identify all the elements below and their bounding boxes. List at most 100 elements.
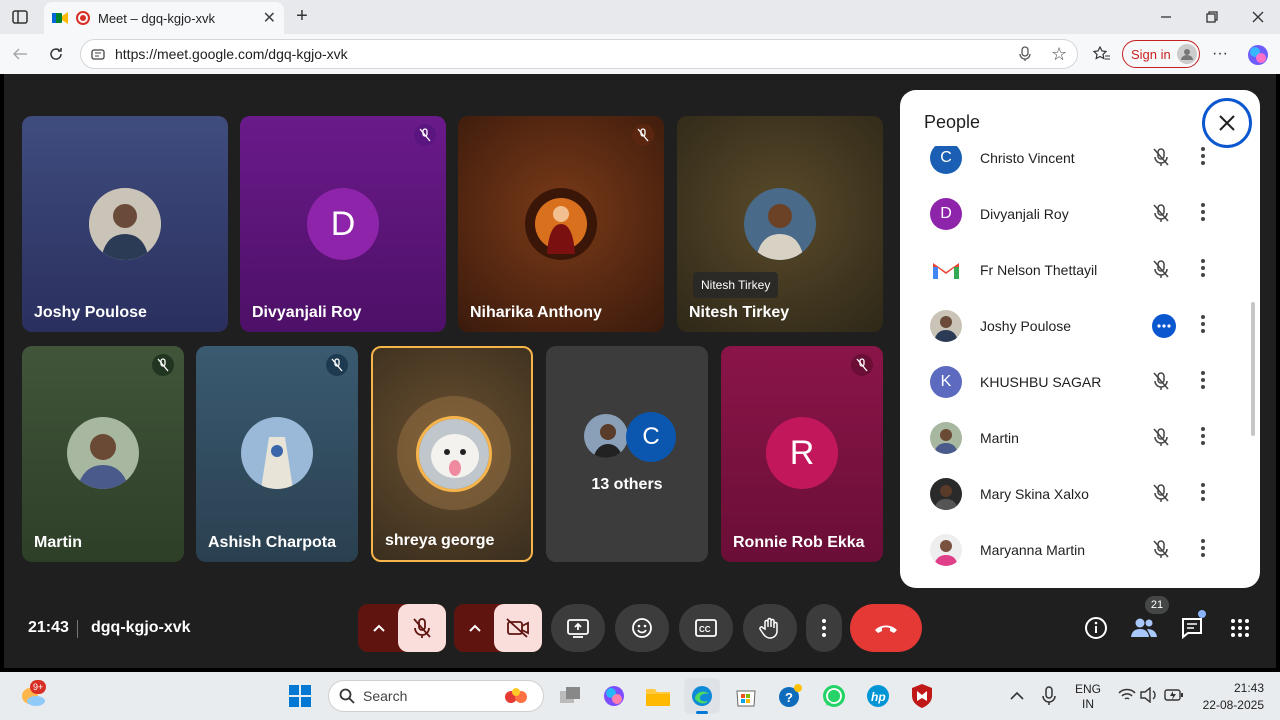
mic-off-icon: [1152, 203, 1170, 228]
whatsapp-icon[interactable]: [820, 682, 848, 710]
list-item[interactable]: D Divyanjali Roy: [930, 194, 1230, 234]
more-options-icon[interactable]: [1200, 257, 1206, 284]
minimize-icon[interactable]: [1156, 7, 1176, 27]
copilot-icon[interactable]: [1246, 43, 1270, 67]
more-options-icon[interactable]: [1200, 425, 1206, 452]
restore-icon[interactable]: [1202, 7, 1222, 27]
tile-niharika-anthony[interactable]: Niharika Anthony: [458, 116, 664, 332]
more-options-icon[interactable]: [1200, 369, 1206, 396]
tile-ronnie-rob-ekka[interactable]: R Ronnie Rob Ekka: [721, 346, 883, 562]
member-name: Joshy Poulose: [980, 318, 1072, 334]
avatar: [67, 417, 139, 489]
mcafee-icon[interactable]: [908, 682, 936, 710]
mic-toggle-button[interactable]: [398, 604, 446, 652]
wifi-icon[interactable]: [1118, 688, 1136, 707]
camera-toggle-button[interactable]: [494, 604, 542, 652]
activities-icon[interactable]: [1230, 618, 1250, 638]
copilot-taskbar-icon[interactable]: [600, 682, 628, 710]
browser-tab[interactable]: Meet – dgq-kgjo-xvk ✕: [44, 2, 284, 34]
mic-off-icon: [413, 618, 431, 638]
raise-hand-icon: [759, 617, 778, 639]
window-close-icon[interactable]: [1248, 7, 1268, 27]
close-panel-button[interactable]: [1202, 98, 1252, 148]
chat-icon[interactable]: [1180, 610, 1206, 640]
leave-call-button[interactable]: [850, 604, 922, 652]
taskbar-search-box[interactable]: Search: [328, 680, 544, 712]
audio-options-chevron-icon[interactable]: [372, 620, 386, 638]
tile-martin[interactable]: Martin: [22, 346, 184, 562]
favorites-icon[interactable]: [1092, 44, 1112, 64]
list-item[interactable]: Fr Nelson Thettayil: [930, 250, 1230, 290]
people-icon[interactable]: [1130, 616, 1158, 640]
present-screen-icon: [567, 619, 589, 638]
tile-divyanjali-roy[interactable]: D Divyanjali Roy: [240, 116, 446, 332]
tile-joshy-poulose[interactable]: Joshy Poulose: [22, 116, 228, 332]
more-options-icon[interactable]: [1200, 537, 1206, 564]
site-info-icon[interactable]: [91, 47, 105, 64]
gmail-avatar-icon: [930, 254, 962, 286]
captions-button[interactable]: CC: [679, 604, 733, 652]
language-indicator[interactable]: ENG IN: [1074, 682, 1102, 712]
list-item[interactable]: Joshy Poulose: [930, 306, 1230, 346]
system-clock[interactable]: 21:43 22-08-2025: [1196, 680, 1264, 714]
avatar: R: [766, 417, 838, 489]
tile-others[interactable]: C 13 others: [546, 346, 708, 562]
tile-name: Divyanjali Roy: [252, 304, 362, 321]
file-explorer-icon[interactable]: [644, 682, 672, 710]
mic-off-icon: [1152, 539, 1170, 564]
get-help-icon[interactable]: ?: [776, 682, 804, 710]
divider: [77, 620, 78, 638]
start-menu-icon[interactable]: [286, 682, 314, 710]
more-options-icon[interactable]: [1200, 146, 1206, 172]
raise-hand-button[interactable]: [743, 604, 797, 652]
mic-off-icon: [1152, 371, 1170, 396]
battery-icon[interactable]: [1164, 688, 1184, 707]
search-placeholder: Search: [363, 688, 408, 704]
speaking-indicator-icon: [1152, 314, 1176, 338]
sign-in-label: Sign in: [1131, 46, 1171, 62]
tile-shreya-george[interactable]: shreya george: [371, 346, 533, 562]
tab-actions-icon[interactable]: [10, 8, 30, 26]
list-item[interactable]: Mary Skina Xalxo: [930, 474, 1230, 514]
tile-nitesh-tirkey[interactable]: Nitesh Tirkey Nitesh Tirkey: [677, 116, 883, 332]
present-button[interactable]: [551, 604, 605, 652]
list-item[interactable]: Martin: [930, 418, 1230, 458]
microsoft-store-icon[interactable]: [732, 682, 760, 710]
meeting-info-icon[interactable]: [1084, 616, 1108, 640]
lang-bottom: IN: [1082, 697, 1094, 711]
mic-off-icon: [632, 124, 654, 146]
end-call-icon: [875, 625, 897, 633]
show-hidden-icons[interactable]: [1010, 688, 1024, 706]
volume-icon[interactable]: [1140, 686, 1158, 708]
url-bar[interactable]: https://meet.google.com/dgq-kgjo-xvk ☆: [80, 39, 1078, 69]
more-options-icon[interactable]: [1200, 201, 1206, 228]
microphone-in-use-icon[interactable]: [1042, 686, 1056, 711]
more-options-icon[interactable]: [1200, 313, 1206, 340]
people-scrollbar[interactable]: [1251, 302, 1255, 436]
favorite-star-icon[interactable]: ☆: [1051, 44, 1067, 65]
video-options-chevron-icon[interactable]: [468, 620, 482, 638]
close-icon: [1219, 115, 1235, 131]
mic-permission-icon[interactable]: [1019, 46, 1031, 65]
notification-badge: 9+: [30, 680, 47, 694]
list-item[interactable]: Maryanna Martin: [930, 530, 1230, 570]
member-avatar: K: [930, 366, 962, 398]
reactions-button[interactable]: [615, 604, 669, 652]
meet-logo-icon: [52, 12, 68, 24]
settings-more-icon[interactable]: ···: [1210, 44, 1230, 64]
sign-in-button[interactable]: Sign in: [1122, 40, 1200, 68]
mic-off-icon: [326, 354, 348, 376]
list-item[interactable]: K KHUSHBU SAGAR: [930, 362, 1230, 402]
back-icon[interactable]: [10, 44, 30, 64]
new-tab-icon[interactable]: +: [292, 5, 312, 27]
list-item[interactable]: C Christo Vincent: [930, 146, 1230, 178]
tile-ashish-charpota[interactable]: Ashish Charpota: [196, 346, 358, 562]
reload-icon[interactable]: [46, 44, 66, 64]
tab-close-icon[interactable]: ✕: [263, 8, 276, 28]
people-list[interactable]: C Christo Vincent D Divyanjali Roy Fr Ne…: [900, 146, 1250, 588]
edge-browser-icon[interactable]: [684, 678, 720, 714]
more-options-button[interactable]: [806, 604, 842, 652]
hp-icon[interactable]: hp: [864, 682, 892, 710]
more-options-icon[interactable]: [1200, 481, 1206, 508]
task-view-icon[interactable]: [556, 682, 584, 710]
